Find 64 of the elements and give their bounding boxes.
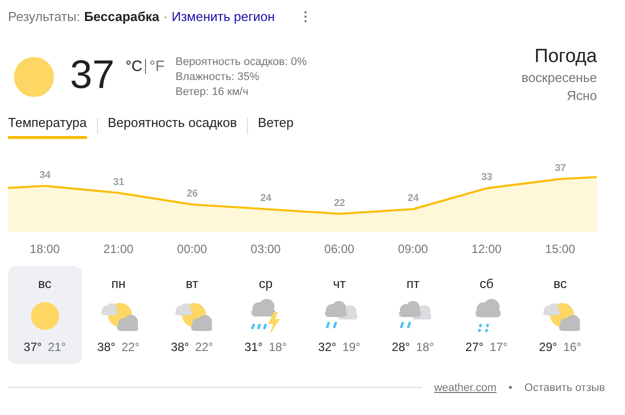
time-label: 03:00 [250, 241, 282, 258]
high-temperature: 31° [244, 338, 263, 356]
source-link[interactable]: weather.com [434, 380, 497, 396]
time-label: 21:00 [102, 241, 134, 258]
weather-detail: Вероятность осадков: 0% [176, 54, 307, 70]
weather-detail: Влажность: 35% [176, 70, 260, 84]
temperature-label: 24 [407, 193, 418, 204]
day-name: ср [258, 275, 273, 293]
time-label: 00:00 [176, 241, 208, 258]
tab[interactable]: Вероятность осадков [108, 112, 237, 139]
menu-button[interactable]: ⋮ [298, 7, 312, 26]
temperature-label: 34 [39, 170, 50, 181]
time-label: 18:00 [28, 241, 61, 258]
chart-edge-drawing [560, 176, 597, 232]
temperature-label: 31 [112, 176, 124, 188]
feedback-link[interactable]: Оставить отзыв [524, 380, 605, 396]
unit-toggle[interactable]: °F [145, 58, 168, 74]
day-forecast[interactable]: вс 37° 21° [8, 266, 82, 364]
low-temperature: 18° [416, 338, 434, 356]
high-temperature: 27° [465, 338, 484, 356]
tab[interactable]: Ветер [258, 112, 294, 139]
weekday-text: воскресенье [521, 68, 597, 86]
unit-toggle[interactable]: °C [122, 58, 146, 74]
weather-title: Погода [534, 44, 597, 68]
day-name: сб [480, 275, 494, 293]
temperature-label: 24 [260, 193, 272, 204]
temperature-label: 22 [334, 198, 345, 209]
separator-dot: · [163, 8, 168, 26]
high-temperature: 38° [97, 338, 116, 356]
low-temperature: 19° [342, 338, 360, 356]
sun-icon [14, 56, 54, 96]
tab[interactable]: Температура [8, 112, 87, 139]
time-label: 09:00 [396, 241, 429, 258]
low-temperature: 22° [121, 338, 140, 356]
region-name: Бессарабка [84, 8, 160, 26]
time-label: 06:00 [323, 241, 356, 258]
day-name: пн [111, 275, 126, 293]
temperature-label: 37 [554, 162, 566, 174]
chart-edge-drawing [8, 184, 45, 232]
high-temperature: 37° [24, 338, 42, 356]
current-temperature: 37 [70, 54, 114, 94]
high-temperature: 32° [318, 338, 336, 356]
temperature-label: 26 [186, 188, 198, 200]
low-temperature: 17° [490, 338, 508, 356]
time-label: 12:00 [470, 241, 503, 258]
change-region-link[interactable]: Изменить регион [172, 7, 275, 26]
time-label: 15:00 [544, 241, 576, 258]
day-name: вс [38, 275, 52, 293]
low-temperature: 22° [195, 338, 214, 356]
high-temperature: 29° [539, 338, 558, 356]
temperature-label: 33 [481, 172, 492, 184]
day-name: пт [406, 275, 420, 293]
results-label: Результаты: [8, 8, 80, 26]
high-temperature: 38° [170, 338, 190, 356]
weather-detail: Ветер: 16 км/ч [176, 84, 250, 100]
low-temperature: 21° [48, 338, 66, 356]
high-temperature: 28° [392, 338, 410, 356]
day-name: чт [332, 275, 346, 293]
low-temperature: 18° [268, 338, 287, 356]
low-temperature: 16° [563, 338, 582, 356]
separator-dot: • [508, 380, 512, 396]
condition-text: Ясно [566, 86, 597, 104]
day-name: вт [186, 275, 198, 293]
day-name: вс [554, 275, 567, 293]
